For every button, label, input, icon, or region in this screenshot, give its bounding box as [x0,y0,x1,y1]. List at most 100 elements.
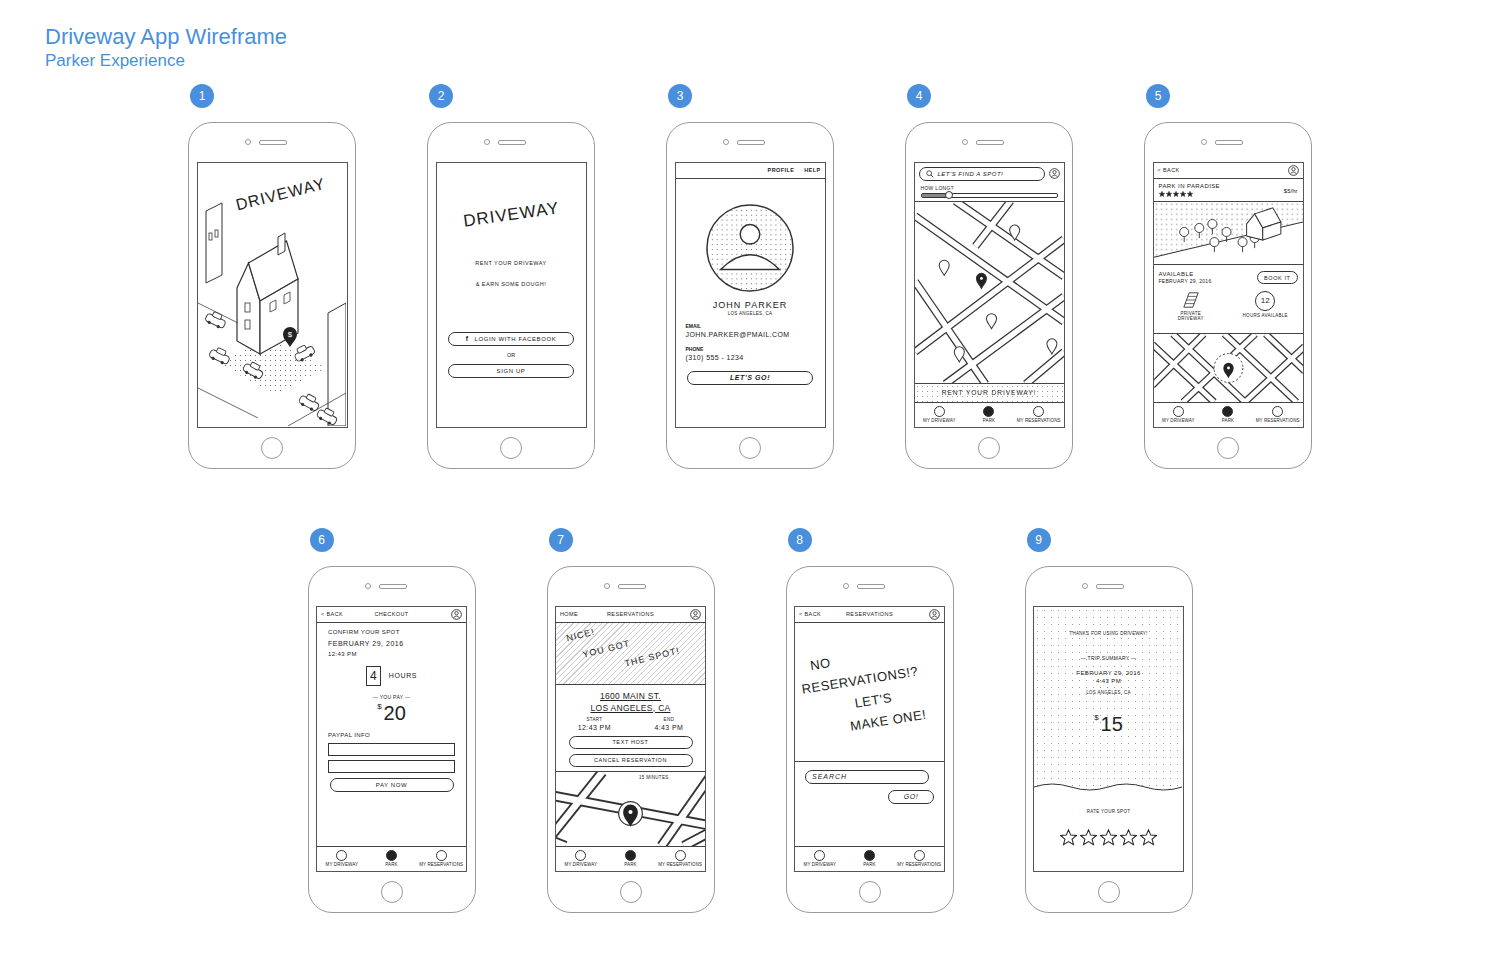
map-pin-icon[interactable] [1223,362,1233,377]
sign-up-button[interactable]: SIGN UP [448,364,574,378]
spot-title-block: PARK IN PARADISE [1159,182,1221,197]
map[interactable]: 15 MINUTES [556,771,705,846]
message-block: NORESERVATIONS!?LET'SMAKE ONE! [794,638,928,745]
tab[interactable]: MY DRIVEWAY [915,406,965,427]
paypal-label: PAYPAL INFO [328,731,455,739]
avatar-icon[interactable] [705,203,795,293]
tab[interactable]: MY DRIVEWAY [317,850,367,871]
tab[interactable]: MY RESERVATIONS [1253,406,1303,427]
trip-time: 4:43 PM [1034,677,1183,685]
tab-label: PARK [863,862,875,868]
user-icon[interactable] [451,609,462,620]
search-field[interactable]: SEARCH [805,770,929,784]
back-button[interactable]: < BACK [321,611,374,617]
camera-icon [245,139,251,145]
tab[interactable]: MY RESERVATIONS [894,850,944,871]
reservation-action-button[interactable]: CANCEL RESERVATION [569,754,693,767]
tab[interactable]: MY RESERVATIONS [655,850,705,871]
tab-label: MY DRIVEWAY [565,862,598,868]
back-button[interactable]: < BACK [799,611,846,617]
duration-slider[interactable] [921,193,1058,198]
tab[interactable]: MY DRIVEWAY [556,850,606,871]
phone-bottom [1217,428,1239,469]
phone-top [245,123,299,162]
rent-driveway-banner[interactable]: RENT YOUR DRIVEWAY! [915,383,1064,402]
tab[interactable]: MY RESERVATIONS [416,850,466,871]
top-nav: PROFILE HELP [676,163,825,179]
tagline-line: RENT YOUR DRIVEWAY [475,259,546,267]
car-icon [203,309,227,330]
star-icon[interactable] [1060,829,1077,846]
paypal-field[interactable] [328,760,455,773]
nav-link[interactable]: HELP [804,167,820,173]
street-map[interactable] [1154,334,1303,402]
magnifier-icon [926,170,934,178]
tab[interactable]: MY DRIVEWAY [795,850,845,871]
speaker-icon [618,584,646,589]
back-button[interactable]: < BACK [1158,167,1180,173]
go-button[interactable]: GO! [888,790,934,804]
checkout-screen: < BACKCHECKOUTCONFIRM YOUR SPOTFEBRUARY … [317,607,466,846]
star-icon[interactable] [1080,829,1097,846]
map-pin-icon[interactable] [976,273,986,288]
field-value[interactable]: (310) 555 - 1234 [686,353,815,363]
speaker-icon [1096,584,1124,589]
paypal-field[interactable] [328,743,455,756]
tab-bar: MY DRIVEWAYPARKMY RESERVATIONS [1154,402,1303,427]
home-link[interactable]: HOME [560,611,607,617]
slider-knob[interactable] [945,191,953,199]
street-map[interactable] [556,772,705,846]
lets-go-button[interactable]: LET'S GO! [687,371,813,385]
book-it-button[interactable]: BOOK IT [1257,271,1298,284]
star-icon[interactable] [1140,829,1157,846]
tab-label: MY DRIVEWAY [923,418,956,424]
tab[interactable]: PARK [964,406,1014,427]
profile-field: PHONE(310) 555 - 1234 [686,346,815,363]
splash-screen: $DRIVEWAY [198,163,347,427]
map-pin-icon[interactable] [623,804,638,826]
map-pin-icon[interactable] [1009,225,1019,240]
phone-screen: THANKS FOR USING DRIVEWAY!— TRIP SUMMARY… [1033,606,1184,872]
tab[interactable]: PARK [606,850,656,871]
map-pin-icon[interactable] [1046,338,1056,353]
tab[interactable]: PARK [1203,406,1253,427]
map-pin-icon: $ [283,327,297,347]
wireframe-page: Driveway App WireframeParker Experience1… [0,0,1500,971]
car-icon [297,391,321,412]
tab-bar: MY DRIVEWAYPARKMY RESERVATIONS [317,846,466,871]
phone-screen: HOMERESERVATIONSNICE!YOU GOTTHE SPOT!160… [555,606,706,872]
map-pin-icon[interactable] [986,313,996,328]
search-actions: SEARCH GO! [795,762,944,804]
facebook-login-button[interactable]: fLOGIN WITH FACEBOOK [448,332,574,346]
tab-circle-icon [1272,406,1283,417]
tab[interactable]: PARK [367,850,417,871]
tab[interactable]: MY RESERVATIONS [1014,406,1064,427]
field-value[interactable]: JOHN.PARKER@PMAIL.COM [686,330,815,340]
tab-circle-icon [575,850,586,861]
search-field[interactable]: LET'S FIND A SPOT! [919,167,1045,181]
reservation-action-button[interactable]: TEXT HOST [569,736,693,749]
pay-now-button[interactable]: PAY NOW [330,778,454,792]
star-icon[interactable] [1100,829,1117,846]
tab[interactable]: PARK [845,850,895,871]
nav-link[interactable]: PROFILE [768,167,795,173]
rating-stars[interactable] [1060,829,1157,846]
user-icon[interactable] [690,609,701,620]
map[interactable] [915,201,1064,383]
availability-row: AVAILABLEFEBRUARY 29, 2016BOOK IT [1154,265,1303,291]
star-icon[interactable] [1120,829,1137,846]
map-pin-icon[interactable] [939,260,949,275]
user-icon[interactable] [1049,168,1060,179]
phone-row: 1$DRIVEWAY2DRIVEWAYRENT YOUR DRIVEWAY& E… [0,84,1500,469]
tab[interactable]: MY DRIVEWAY [1154,406,1204,427]
user-icon[interactable] [929,609,940,620]
map-pin-icon[interactable] [954,346,964,361]
trip-cost: $15 [1034,712,1183,736]
street-map[interactable] [915,202,1064,383]
user-icon[interactable] [1288,165,1299,176]
hours-input[interactable]: 4 [366,666,381,686]
tab-circle-icon [914,850,925,861]
map[interactable] [1154,333,1303,402]
address-line: LOS ANGELES, CA [590,702,670,714]
tab-label: MY RESERVATIONS [897,862,941,868]
